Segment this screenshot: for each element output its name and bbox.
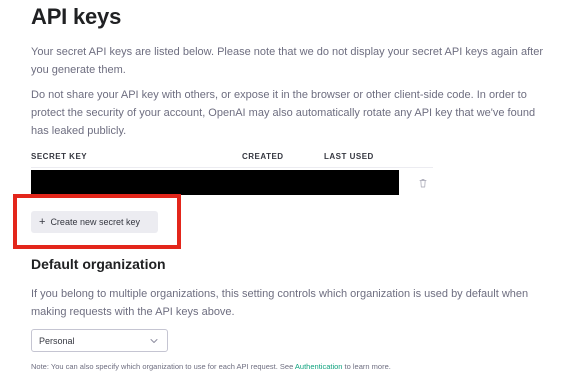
page-title: API keys — [31, 4, 122, 29]
chevron-down-icon — [150, 338, 158, 343]
note-suffix: to learn more. — [342, 362, 391, 371]
create-secret-key-button[interactable]: + Create new secret key — [31, 211, 158, 233]
authentication-link[interactable]: Authentication — [295, 362, 343, 371]
table-header-divider — [31, 167, 433, 168]
redacted-key-row — [31, 170, 399, 195]
column-header-last-used: LAST USED — [324, 152, 374, 161]
trash-icon[interactable] — [417, 177, 429, 189]
column-header-secret-key: SECRET KEY — [31, 152, 88, 161]
note-prefix: Note: You can also specify which organiz… — [31, 362, 295, 371]
organization-select[interactable]: Personal — [31, 329, 168, 352]
column-header-created: CREATED — [242, 152, 284, 161]
default-organization-title: Default organization — [31, 256, 166, 272]
create-secret-key-label: Create new secret key — [50, 217, 140, 227]
default-organization-description: If you belong to multiple organizations,… — [31, 288, 529, 318]
intro-text: Your secret API keys are listed below. P… — [31, 46, 543, 76]
organization-select-value: Personal — [39, 335, 75, 346]
organization-note: Note: You can also specify which organiz… — [31, 362, 391, 371]
warning-text: Do not share your API key with others, o… — [31, 89, 536, 137]
plus-icon: + — [39, 215, 46, 228]
